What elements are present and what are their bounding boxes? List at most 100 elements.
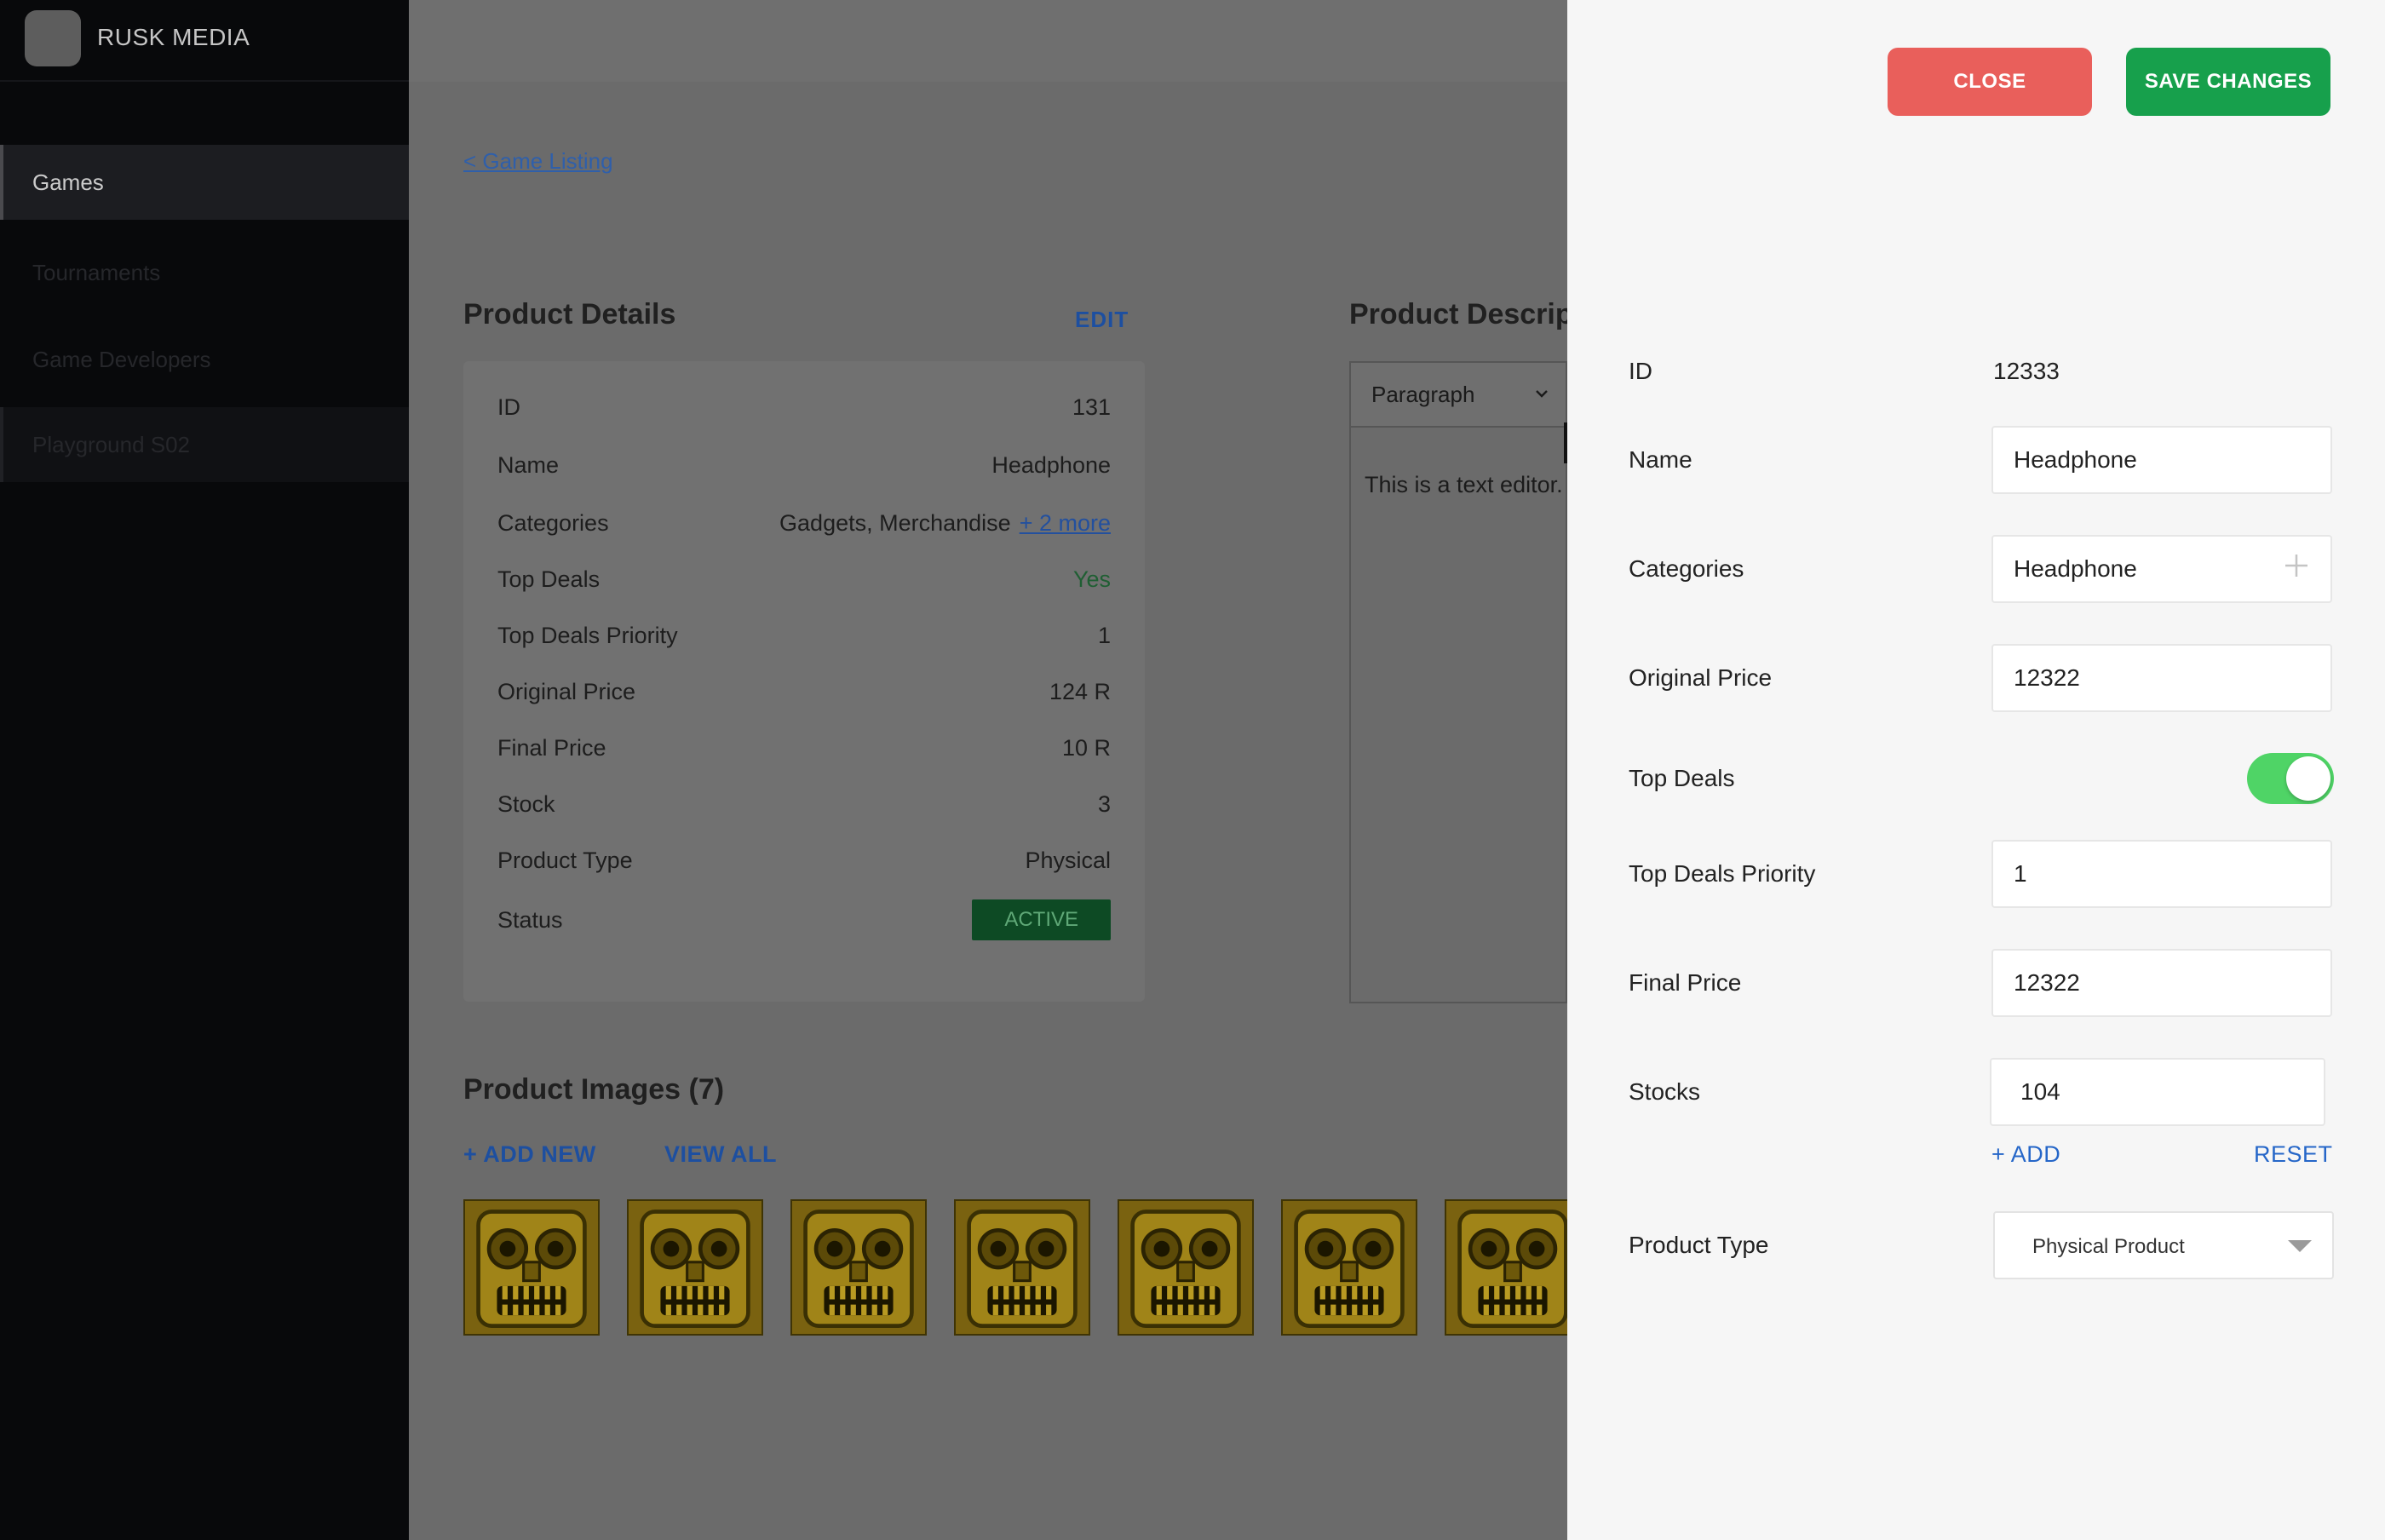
sidebar: RUSK MEDIA Games Tournaments Game Develo…	[0, 0, 409, 1540]
back-to-game-listing-link[interactable]: < Game Listing	[463, 148, 613, 175]
detail-row-stock: Stock 3	[497, 787, 1111, 821]
product-image-thumbnail[interactable]	[627, 1199, 763, 1336]
brand-name: RUSK MEDIA	[97, 24, 250, 50]
product-image-thumbnail[interactable]	[1118, 1199, 1254, 1336]
add-category-icon[interactable]	[2283, 552, 2310, 579]
detail-value: 124 R	[1049, 678, 1111, 704]
sidebar-item-label: Tournaments	[32, 259, 161, 285]
stocks-input[interactable]	[1990, 1058, 2325, 1126]
detail-label: Top Deals Priority	[497, 622, 678, 648]
detail-row-name: Name Headphone	[497, 448, 1111, 482]
description-editor[interactable]: This is a text editor.	[1349, 428, 1567, 1003]
brand-header: RUSK MEDIA	[0, 0, 409, 82]
top-deals-label: Top Deals	[1629, 765, 1735, 791]
product-image-thumbnail[interactable]	[790, 1199, 927, 1336]
detail-label: Original Price	[497, 678, 636, 704]
idol-face-icon	[1446, 1201, 1567, 1334]
product-image-thumbnail[interactable]	[1281, 1199, 1417, 1336]
detail-label: Final Price	[497, 734, 606, 761]
detail-value-group: Gadgets, Merchandise + 2 more	[779, 510, 1111, 537]
stocks-label: Stocks	[1629, 1078, 1701, 1105]
detail-label: Stock	[497, 790, 555, 817]
caret-down-icon	[2288, 1240, 2312, 1252]
detail-label: Top Deals	[497, 566, 601, 592]
product-images-title: Product Images (7)	[463, 1073, 725, 1106]
editor-format-select[interactable]: Paragraph	[1349, 361, 1567, 428]
idol-face-icon	[465, 1201, 598, 1334]
image-thumbnail-row	[463, 1199, 1567, 1336]
detail-label: Name	[497, 451, 560, 478]
detail-value: Yes	[1072, 566, 1111, 592]
view-all-images-link[interactable]: VIEW ALL	[664, 1141, 777, 1168]
detail-row-product-type: Product Type Physical	[497, 843, 1111, 877]
detail-row-top-deals-priority: Top Deals Priority 1	[497, 618, 1111, 652]
reset-stock-link[interactable]: RESET	[2254, 1141, 2333, 1168]
sidebar-item-game-developers[interactable]: Game Developers	[0, 322, 409, 397]
idol-face-icon	[1283, 1201, 1416, 1334]
detail-row-top-deals: Top Deals Yes	[497, 562, 1111, 596]
categories-input[interactable]	[1991, 535, 2332, 603]
product-details-title: Product Details	[463, 298, 676, 330]
save-changes-button[interactable]: SAVE CHANGES	[2126, 48, 2330, 116]
sidebar-item-label: Games	[32, 169, 104, 195]
close-button[interactable]: CLOSE	[1888, 48, 2092, 116]
detail-label: Categories	[497, 509, 609, 536]
idol-face-icon	[792, 1201, 925, 1334]
detail-value: 1	[1097, 622, 1111, 648]
idol-face-icon	[1119, 1201, 1252, 1334]
toggle-knob	[2286, 756, 2330, 801]
edit-product-drawer: CLOSE SAVE CHANGES ID 12333 Name Categor…	[1567, 0, 2385, 1540]
detail-row-original-price: Original Price 124 R	[497, 675, 1111, 709]
product-details-card: ID 131 Name Headphone Categories Gadgets…	[463, 361, 1145, 1002]
detail-value: Headphone	[991, 451, 1111, 478]
format-select-value: Paragraph	[1371, 382, 1475, 407]
product-image-thumbnail[interactable]	[954, 1199, 1090, 1336]
detail-row-id: ID 131	[497, 390, 1111, 424]
detail-label: ID	[497, 394, 520, 420]
detail-row-final-price: Final Price 10 R	[497, 731, 1111, 765]
final-price-input[interactable]	[1991, 949, 2332, 1017]
product-type-select[interactable]: Physical Product	[1993, 1211, 2334, 1279]
id-value: 12333	[1993, 358, 2060, 384]
detail-row-categories: Categories Gadgets, Merchandise + 2 more	[497, 506, 1111, 540]
name-input[interactable]	[1991, 426, 2332, 494]
sidebar-item-label: Playground S02	[32, 431, 191, 457]
edit-details-link[interactable]: EDIT	[1075, 307, 1129, 333]
description-text: This is a text editor.	[1365, 472, 1563, 497]
detail-value: 3	[1097, 790, 1111, 817]
detail-label: Status	[497, 906, 563, 933]
detail-value: Physical	[1025, 847, 1111, 873]
detail-row-status: Status ACTIVE	[497, 899, 1111, 940]
detail-value: 10 R	[1061, 734, 1111, 761]
original-price-input[interactable]	[1991, 644, 2332, 712]
name-label: Name	[1629, 446, 1692, 473]
sidebar-item-label: Game Developers	[32, 346, 211, 372]
final-price-label: Final Price	[1629, 969, 1742, 996]
more-categories-link[interactable]: + 2 more	[1020, 510, 1111, 536]
categories-label: Categories	[1629, 555, 1744, 582]
id-label: ID	[1629, 358, 1652, 384]
product-type-value: Physical Product	[2032, 1235, 2185, 1258]
brand-logo	[25, 10, 81, 66]
product-description-title: Product Description	[1349, 298, 1567, 330]
detail-value: Gadgets, Merchandise	[779, 509, 1011, 536]
idol-face-icon	[956, 1201, 1089, 1334]
detail-label: Product Type	[497, 847, 633, 873]
idol-face-icon	[629, 1201, 761, 1334]
top-deals-toggle[interactable]	[2247, 753, 2334, 804]
sidebar-item-tournaments[interactable]: Tournaments	[0, 235, 409, 310]
sidebar-item-playground[interactable]: Playground S02	[0, 407, 409, 482]
add-new-image-link[interactable]: + ADD NEW	[463, 1141, 596, 1168]
status-badge: ACTIVE	[972, 899, 1111, 940]
sidebar-item-games[interactable]: Games	[0, 145, 409, 220]
top-deals-priority-label: Top Deals Priority	[1629, 860, 1816, 887]
chevron-down-icon	[1536, 390, 1548, 398]
product-image-thumbnail[interactable]	[463, 1199, 600, 1336]
top-bar	[409, 0, 1567, 82]
original-price-label: Original Price	[1629, 664, 1773, 691]
add-stock-link[interactable]: + ADD	[1991, 1141, 2060, 1168]
detail-value: 131	[1072, 394, 1111, 420]
product-type-label: Product Type	[1629, 1232, 1769, 1258]
product-image-thumbnail[interactable]	[1445, 1199, 1567, 1336]
top-deals-priority-input[interactable]	[1991, 840, 2332, 908]
